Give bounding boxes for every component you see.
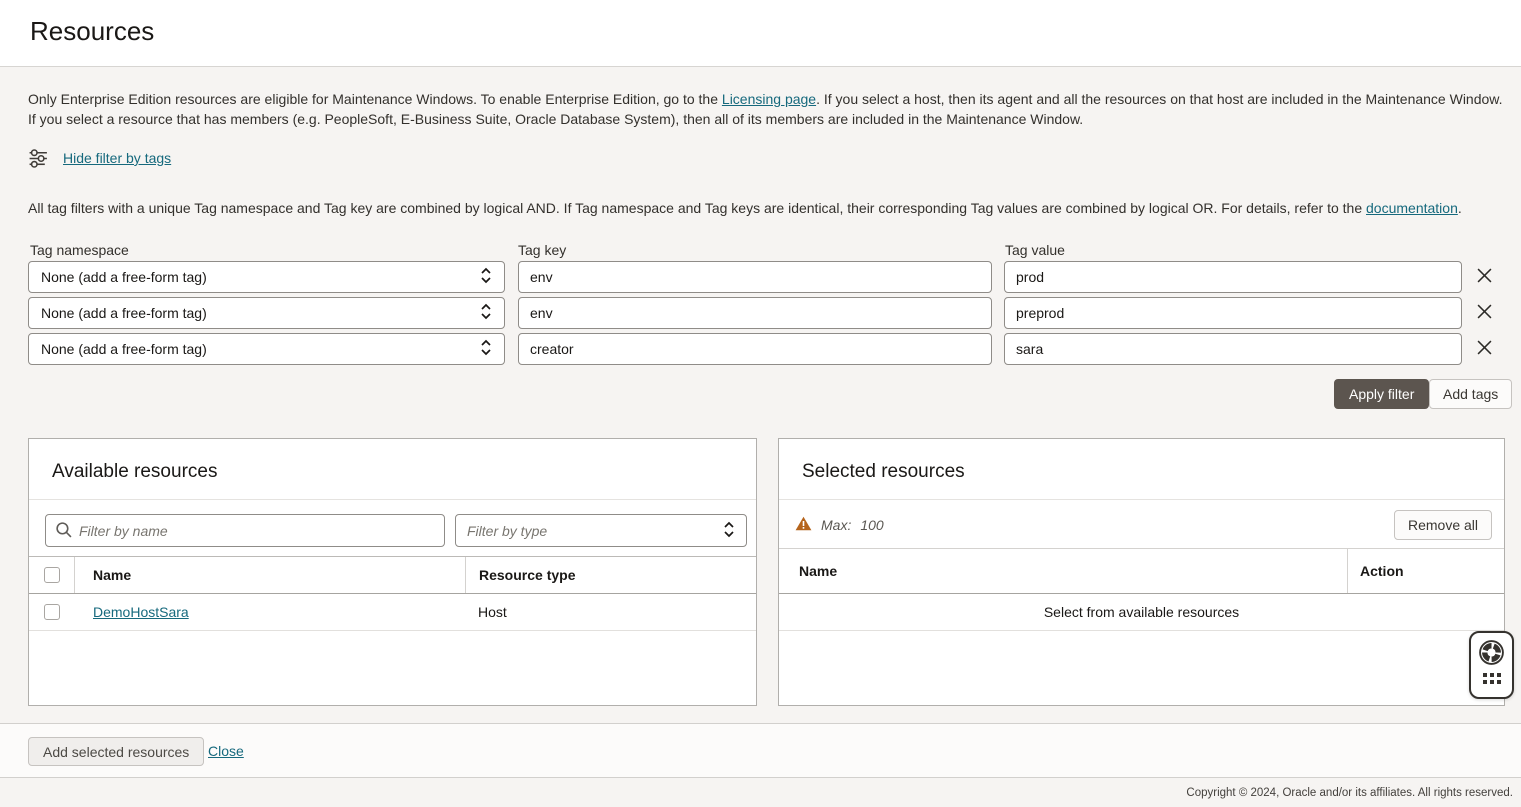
- page-title: Resources: [30, 16, 154, 47]
- tag-namespace-select[interactable]: None (add a free-form tag): [28, 261, 505, 293]
- close-icon: [1477, 268, 1492, 286]
- help-launcher-widget[interactable]: [1469, 631, 1514, 699]
- selected-resources-title: Selected resources: [802, 461, 965, 483]
- name-column-header: Name: [75, 557, 465, 593]
- selected-resources-panel: Selected resources Max: 100 Remove all N…: [778, 438, 1505, 706]
- filter-by-name-field: [45, 514, 445, 547]
- apply-filter-button[interactable]: Apply filter: [1334, 379, 1429, 409]
- tag-info-after: .: [1458, 200, 1462, 216]
- hide-filter-by-tags-link[interactable]: Hide filter by tags: [63, 150, 171, 166]
- tag-namespace-select[interactable]: None (add a free-form tag): [28, 333, 505, 365]
- tag-namespace-selected-value: None (add a free-form tag): [41, 305, 207, 321]
- filter-by-name-input[interactable]: [79, 523, 435, 539]
- action-column-header: Action: [1347, 549, 1504, 593]
- lifebuoy-icon: [1478, 639, 1505, 669]
- dialog-body: Only Enterprise Edition resources are el…: [0, 67, 1521, 723]
- max-indicator: Max: 100: [795, 516, 884, 534]
- table-row: DemoHostSara Host: [29, 594, 756, 631]
- tag-value-input[interactable]: [1004, 333, 1462, 365]
- available-resources-title: Available resources: [52, 461, 217, 483]
- spinner-icon: [723, 521, 735, 541]
- spinner-icon: [480, 339, 492, 359]
- tag-value-input[interactable]: [1004, 261, 1462, 293]
- tag-namespace-label: Tag namespace: [30, 242, 129, 258]
- tag-filter-info-text: All tag filters with a unique Tag namesp…: [28, 200, 1506, 216]
- tag-namespace-selected-value: None (add a free-form tag): [41, 269, 207, 285]
- tag-info-before: All tag filters with a unique Tag namesp…: [28, 200, 1366, 216]
- close-link[interactable]: Close: [208, 743, 244, 759]
- tag-namespace-select[interactable]: None (add a free-form tag): [28, 297, 505, 329]
- selected-empty-state: Select from available resources: [779, 594, 1504, 631]
- resource-type-cell: Host: [465, 594, 756, 630]
- licensing-page-link[interactable]: Licensing page: [722, 91, 816, 107]
- selected-info-bar: Max: 100 Remove all: [779, 500, 1504, 549]
- grid-dots-icon: [1483, 673, 1501, 684]
- remove-all-button[interactable]: Remove all: [1394, 510, 1492, 540]
- filter-sliders-icon: [28, 148, 49, 169]
- tag-value-label: Tag value: [1005, 242, 1065, 258]
- page-footer: Copyright © 2024, Oracle and/or its affi…: [0, 778, 1521, 807]
- spinner-icon: [480, 267, 492, 287]
- intro-text-before: Only Enterprise Edition resources are el…: [28, 91, 722, 107]
- row-checkbox[interactable]: [44, 604, 60, 620]
- selected-table-header: Name Action: [779, 549, 1504, 594]
- warning-icon: [795, 516, 812, 534]
- tag-key-input[interactable]: [518, 261, 992, 293]
- tag-key-label: Tag key: [518, 242, 566, 258]
- filter-by-tags-toggle: Hide filter by tags: [28, 147, 171, 169]
- dialog-header: Resources: [0, 0, 1521, 67]
- copyright-text: Copyright © 2024, Oracle and/or its affi…: [1186, 787, 1513, 799]
- remove-tag-filter-button[interactable]: [1472, 337, 1496, 361]
- filter-by-type-placeholder: Filter by type: [467, 523, 547, 539]
- select-all-cell: [29, 557, 75, 593]
- remove-tag-filter-button[interactable]: [1472, 265, 1496, 289]
- remove-tag-filter-button[interactable]: [1472, 301, 1496, 325]
- row-checkbox-cell: [29, 594, 75, 630]
- spinner-icon: [480, 303, 492, 323]
- resource-name-cell: DemoHostSara: [75, 594, 465, 630]
- name-column-header: Name: [779, 549, 1347, 593]
- close-icon: [1477, 340, 1492, 358]
- available-resources-panel: Available resources Filter by type Name …: [28, 438, 757, 706]
- available-table-header: Name Resource type: [29, 556, 756, 594]
- select-all-checkbox[interactable]: [44, 567, 60, 583]
- available-resources-table: Name Resource type DemoHostSara Host: [29, 556, 756, 631]
- resource-name-link[interactable]: DemoHostSara: [93, 604, 189, 620]
- tag-key-input[interactable]: [518, 333, 992, 365]
- tag-value-input[interactable]: [1004, 297, 1462, 329]
- dialog-action-bar: Add selected resources Close: [0, 723, 1521, 778]
- tag-namespace-selected-value: None (add a free-form tag): [41, 341, 207, 357]
- add-selected-resources-button[interactable]: Add selected resources: [28, 737, 204, 766]
- tag-key-input[interactable]: [518, 297, 992, 329]
- close-icon: [1477, 304, 1492, 322]
- search-icon: [55, 521, 72, 541]
- max-value: 100: [860, 517, 883, 533]
- max-label: Max:: [821, 517, 851, 533]
- resource-type-column-header: Resource type: [465, 557, 756, 593]
- divider: [29, 499, 756, 500]
- documentation-link[interactable]: documentation: [1366, 200, 1458, 216]
- add-tags-button[interactable]: Add tags: [1429, 379, 1512, 409]
- filter-by-type-select[interactable]: Filter by type: [455, 514, 747, 547]
- intro-text: Only Enterprise Edition resources are el…: [28, 89, 1506, 129]
